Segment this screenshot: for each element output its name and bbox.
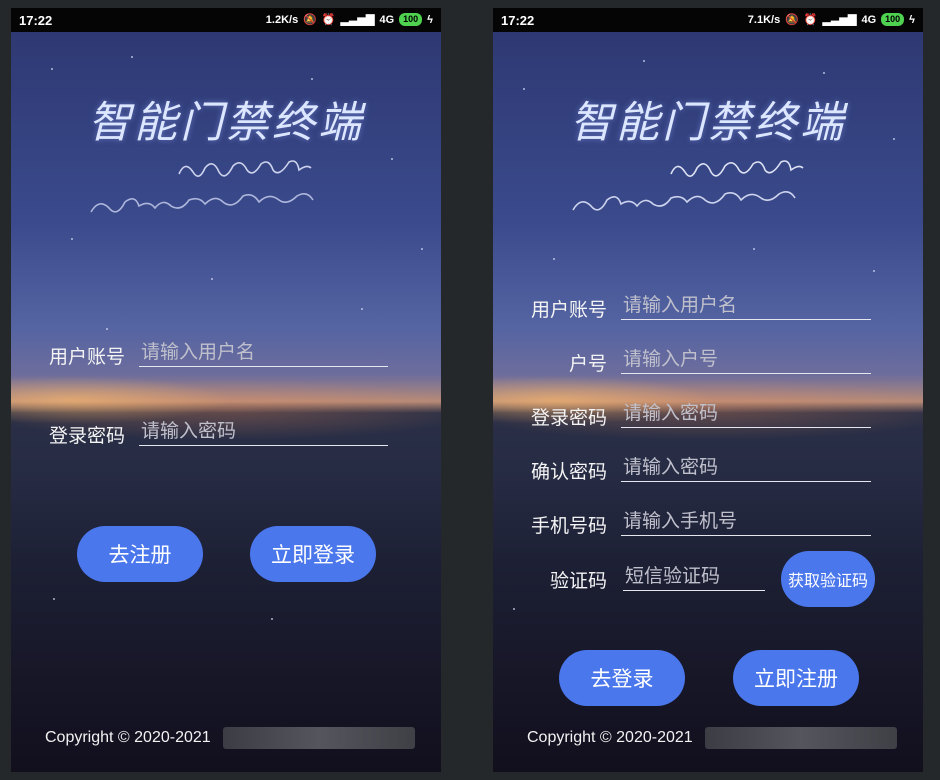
password-row: 登录密码 [37, 415, 397, 449]
password-label: 登录密码 [530, 407, 607, 429]
username-input[interactable] [139, 338, 388, 367]
app-title: 智能门禁终端 [88, 99, 364, 147]
confirm-password-label: 确认密码 [530, 461, 607, 483]
redacted-text [705, 727, 897, 749]
go-login-button[interactable]: 去登录 [559, 650, 685, 706]
battery-icon: 100 [881, 13, 905, 26]
status-icons: 1.2K/s 🔕 ⏰ ▂▃▅▇ 4G 100 ϟ [266, 13, 433, 26]
status-time: 17:22 [501, 13, 535, 28]
password-input[interactable] [621, 399, 871, 428]
password-row: 登录密码 [519, 397, 899, 431]
handwritten-signature [572, 160, 804, 211]
get-sms-code-button[interactable]: 获取验证码 [781, 551, 875, 607]
password-input[interactable] [139, 417, 388, 446]
mute-icon: 🔕 [785, 14, 799, 26]
username-row: 用户账号 [519, 289, 899, 323]
username-row: 用户账号 [37, 336, 397, 370]
sms-code-input[interactable] [623, 562, 765, 591]
copyright-text: Copyright © 2020-2021 [527, 729, 693, 746]
register-screen: 17:22 7.1K/s 🔕 ⏰ ▂▃▅▇ 4G 100 ϟ 智能门禁终端 用户… [493, 8, 923, 772]
charging-icon: ϟ [909, 13, 915, 26]
username-label: 用户账号 [48, 346, 125, 368]
mute-icon: 🔕 [303, 14, 317, 26]
redacted-text [223, 727, 415, 749]
household-input[interactable] [621, 345, 871, 374]
charging-icon: ϟ [427, 13, 433, 26]
username-label: 用户账号 [530, 299, 607, 321]
household-label: 户号 [568, 353, 607, 375]
status-time: 17:22 [19, 13, 53, 28]
app-title: 智能门禁终端 [570, 99, 846, 147]
network-type: 4G [861, 13, 877, 26]
password-label: 登录密码 [48, 425, 125, 447]
battery-icon: 100 [399, 13, 423, 26]
sms-code-label: 验证码 [549, 570, 607, 592]
phone-input[interactable] [621, 507, 871, 536]
alarm-icon: ⏰ [803, 14, 818, 26]
status-icons: 7.1K/s 🔕 ⏰ ▂▃▅▇ 4G 100 ϟ [748, 13, 915, 26]
status-bar: 17:22 7.1K/s 🔕 ⏰ ▂▃▅▇ 4G 100 ϟ [493, 8, 923, 32]
login-screen: 17:22 1.2K/s 🔕 ⏰ ▂▃▅▇ 4G 100 ϟ 智能门禁终端 用户… [11, 8, 441, 772]
phone-label: 手机号码 [530, 515, 607, 537]
confirm-password-input[interactable] [621, 453, 871, 482]
username-input[interactable] [621, 291, 871, 320]
network-speed: 7.1K/s [747, 13, 781, 26]
confirm-password-row: 确认密码 [519, 451, 899, 485]
handwritten-signature [90, 160, 314, 213]
household-row: 户号 [519, 343, 899, 377]
phone-row: 手机号码 [519, 505, 899, 539]
register-button[interactable]: 立即注册 [733, 650, 859, 706]
network-speed: 1.2K/s [265, 13, 299, 26]
signal-icon: ▂▃▅▇ [822, 14, 857, 26]
status-bar: 17:22 1.2K/s 🔕 ⏰ ▂▃▅▇ 4G 100 ϟ [11, 8, 441, 32]
alarm-icon: ⏰ [321, 14, 336, 26]
network-type: 4G [379, 13, 395, 26]
copyright-text: Copyright © 2020-2021 [45, 729, 211, 746]
go-register-button[interactable]: 去注册 [77, 526, 203, 582]
signal-icon: ▂▃▅▇ [340, 14, 375, 26]
login-button[interactable]: 立即登录 [250, 526, 376, 582]
